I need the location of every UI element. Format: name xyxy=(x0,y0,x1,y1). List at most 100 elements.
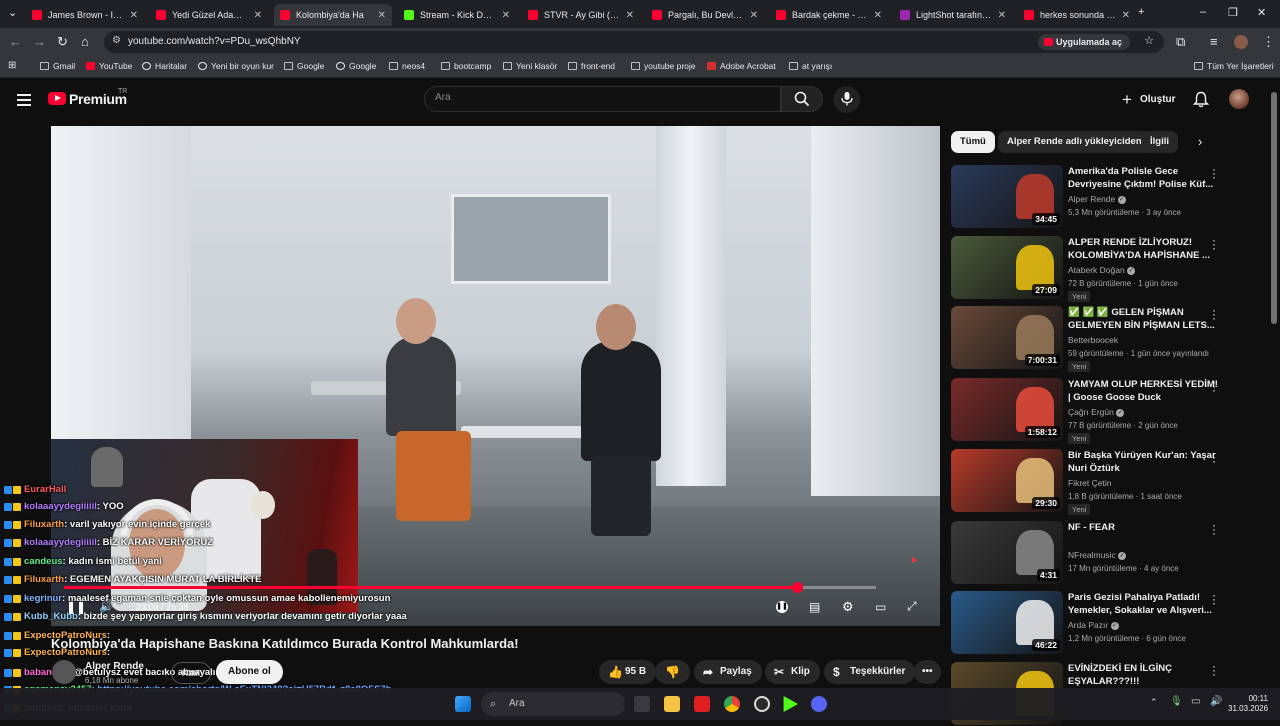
close-tab-icon[interactable]: ✕ xyxy=(626,10,634,21)
share-button[interactable]: ➦ Paylaş xyxy=(694,660,762,684)
close-tab-icon[interactable]: ✕ xyxy=(130,10,138,21)
recommended-title[interactable]: Amerika'da Polisle Gece Devriyesine Çıkt… xyxy=(1068,165,1218,191)
recommended-channel[interactable]: Ataberk Doğan ✓ xyxy=(1068,265,1136,275)
chrome-icon[interactable] xyxy=(724,696,740,712)
chat-username[interactable]: EurarHall xyxy=(24,484,66,495)
channel-name[interactable]: Alper Rende xyxy=(85,661,144,672)
more-actions-button[interactable]: ••• xyxy=(914,660,941,684)
join-button[interactable]: Katıl xyxy=(171,662,212,684)
all-bookmarks[interactable]: Tüm Yer İşaretleri xyxy=(1194,61,1274,71)
recommended-video[interactable]: 4:31 NF - FEAR NFrealmusic ✓ 17 Mn görüntül… xyxy=(951,519,1231,585)
apps-grid-icon[interactable]: ⊞ xyxy=(8,60,16,71)
voice-search-button[interactable] xyxy=(833,86,860,113)
browser-tab[interactable]: James Brown - It's A M ✕ xyxy=(26,4,144,26)
restore-icon[interactable]: ❐ xyxy=(1228,6,1238,19)
recommended-channel[interactable]: Alper Rende ✓ xyxy=(1068,194,1126,204)
theater-mode-icon[interactable]: ▭ xyxy=(875,600,886,614)
media-icon[interactable]: ≡ xyxy=(1210,34,1218,49)
address-bar[interactable]: ⚙ youtube.com/watch?v=PDu_wsQhbNY Uygula… xyxy=(104,31,1164,53)
browser-tab[interactable]: LightShot tarafından ✕ xyxy=(894,4,1012,26)
close-tab-icon[interactable]: ✕ xyxy=(998,10,1006,21)
back-icon[interactable]: ← xyxy=(9,34,22,49)
video-thumbnail[interactable]: 4:31 xyxy=(951,521,1063,584)
video-thumbnail[interactable]: 27:09 xyxy=(951,236,1063,299)
bookmark-item[interactable]: at yarışı xyxy=(789,61,832,71)
recommended-title[interactable]: Bir Başka Yürüyen Kur'an: Yaşar Nuri Özt… xyxy=(1068,449,1218,475)
video-thumbnail[interactable]: 46:22 xyxy=(951,591,1063,654)
mic-tray-icon[interactable]: 🎙 xyxy=(1170,696,1183,707)
taskbar-search[interactable]: ⌕ Ara xyxy=(481,692,625,716)
video-menu-icon[interactable]: · · · xyxy=(1209,519,1219,539)
recommended-channel[interactable]: Çağrı Ergün ✓ xyxy=(1068,407,1125,417)
close-tab-icon[interactable]: ✕ xyxy=(378,10,386,21)
open-in-app-button[interactable]: Uygulamada aç xyxy=(1037,34,1130,50)
volume-tray-icon[interactable]: 🔊 xyxy=(1210,696,1222,707)
recommended-title[interactable]: YAMYAM OLUP HERKESİ YEDİM! | Goose Goose… xyxy=(1068,378,1218,404)
dislike-button[interactable]: 👎 xyxy=(655,660,690,684)
recommended-title[interactable]: NF - FEAR xyxy=(1068,521,1218,534)
recommended-video[interactable]: 27:09 ALPER RENDE İZLİYORUZ! KOLOMBİYA'DA… xyxy=(951,234,1231,302)
bookmark-item[interactable]: Yeni klasör xyxy=(503,61,557,71)
chat-username[interactable]: candeus xyxy=(24,556,63,567)
tab-search-icon[interactable]: ⌄ xyxy=(8,6,17,19)
recommended-title[interactable]: EVİNİZDEKİ EN İLGİNÇ EŞYALAR???!!! xyxy=(1068,662,1218,688)
close-tab-icon[interactable]: ✕ xyxy=(750,10,758,21)
steam-icon[interactable] xyxy=(754,696,770,712)
chat-username[interactable]: Filuxarth xyxy=(24,574,64,585)
bookmark-item[interactable]: neos4 xyxy=(389,61,425,71)
recommended-video[interactable]: 7:00:31 ✅ ✅ ✅ GELEN PİŞMAN GELMEYEN BİN P… xyxy=(951,304,1231,372)
kick-icon[interactable] xyxy=(783,696,798,712)
video-menu-icon[interactable]: · · · xyxy=(1209,376,1219,396)
recommended-channel[interactable]: NFrealmusic ✓ xyxy=(1068,550,1127,560)
filter-chip[interactable]: Tümü xyxy=(951,131,995,153)
account-avatar[interactable] xyxy=(1229,89,1249,109)
task-view-icon[interactable] xyxy=(634,696,650,712)
channel-avatar[interactable] xyxy=(52,660,76,684)
bookmark-star-icon[interactable]: ☆ xyxy=(1144,34,1154,47)
video-menu-icon[interactable]: · · · xyxy=(1209,660,1219,680)
chips-next-icon[interactable]: › xyxy=(1198,134,1202,149)
create-button[interactable]: + Oluştur xyxy=(1116,87,1186,113)
file-explorer-icon[interactable] xyxy=(664,696,680,712)
close-tab-icon[interactable]: ✕ xyxy=(1122,10,1130,21)
media-app-icon[interactable] xyxy=(694,696,710,712)
recommended-video[interactable]: 46:22 Paris Gezisi Pahalıya Patladı! Yeme… xyxy=(951,589,1231,655)
browser-tab[interactable]: STVR - Ay Gibi (prod. ✕ xyxy=(522,4,640,26)
recommended-title[interactable]: ✅ ✅ ✅ GELEN PİŞMAN GELMEYEN BİN PİŞMAN L… xyxy=(1068,306,1218,332)
subscribe-button[interactable]: Abone ol xyxy=(216,660,283,684)
search-button[interactable] xyxy=(781,86,823,112)
like-button[interactable]: 👍 95 B xyxy=(599,660,657,684)
close-tab-icon[interactable]: ✕ xyxy=(502,10,510,21)
home-icon[interactable]: ⌂ xyxy=(81,34,89,49)
youtube-logo-icon[interactable] xyxy=(48,92,66,105)
channel-watermark-icon[interactable]: ▸ xyxy=(912,553,918,566)
profile-avatar[interactable] xyxy=(1234,35,1248,49)
bookmark-item[interactable]: front-end xyxy=(568,61,615,71)
site-info-icon[interactable]: ⚙ xyxy=(112,35,121,46)
network-icon[interactable]: ▭ xyxy=(1191,696,1200,707)
chat-username[interactable]: kolaaayydegiiiiil xyxy=(24,501,97,512)
bookmark-item[interactable]: Google xyxy=(336,61,376,71)
bookmark-item[interactable]: Adobe Acrobat xyxy=(707,61,776,71)
browser-tab[interactable]: Stream - Kick Dashbo ✕ xyxy=(398,4,516,26)
bookmark-item[interactable]: YouTube xyxy=(86,61,132,71)
chat-username[interactable]: kolaaayydegiiiiil xyxy=(24,537,97,548)
video-menu-icon[interactable]: · · · xyxy=(1209,447,1219,467)
browser-tab[interactable]: herkes sonunda olma ✕ xyxy=(1018,4,1136,26)
close-tab-icon[interactable]: ✕ xyxy=(254,10,262,21)
chat-username[interactable]: Filuxarth xyxy=(24,519,64,530)
new-tab-button[interactable]: + xyxy=(1138,6,1144,18)
bookmark-item[interactable]: bootcamp xyxy=(441,61,491,71)
close-tab-icon[interactable]: ✕ xyxy=(874,10,882,21)
extensions-icon[interactable]: ⧉ xyxy=(1176,34,1185,50)
video-menu-icon[interactable]: · · · xyxy=(1209,163,1219,183)
subtitles-icon[interactable]: ▤ xyxy=(809,600,820,614)
bookmark-item[interactable]: Google xyxy=(284,61,324,71)
recommended-video[interactable]: 34:45 Amerika'da Polisle Gece Devriyesine… xyxy=(951,163,1231,229)
bookmark-item[interactable]: Gmail xyxy=(40,61,75,71)
reload-icon[interactable]: ↻ xyxy=(57,34,68,50)
recommended-channel[interactable]: Arda Pazır ✓ xyxy=(1068,620,1119,630)
chat-username[interactable]: kegrinur xyxy=(24,593,62,604)
browser-tab[interactable]: Yedi Güzel Adam - Öz ✕ xyxy=(150,4,268,26)
browser-tab[interactable]: Bardak çekme - YouTu ✕ xyxy=(770,4,888,26)
